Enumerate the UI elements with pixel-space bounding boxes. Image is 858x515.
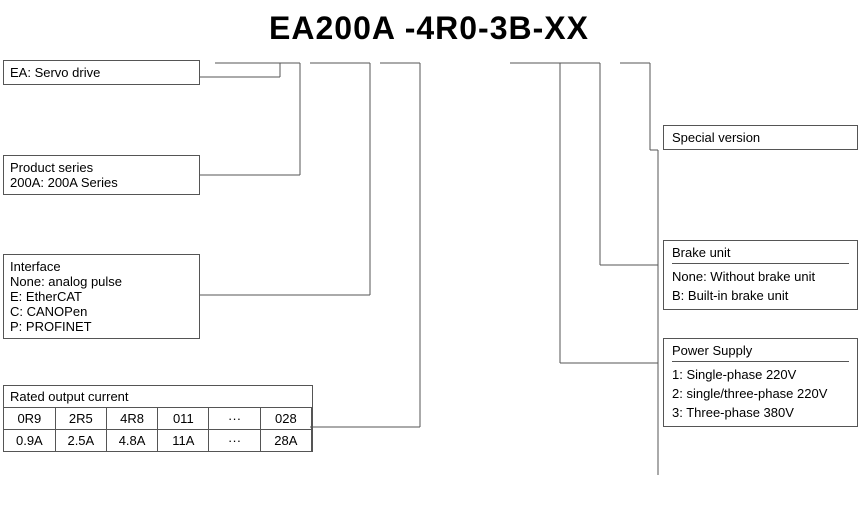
brake-item-none: None: Without brake unit [672, 267, 849, 286]
code-0R9: 0R9 [4, 408, 55, 430]
interface-box: Interface None: analog pulse E: EtherCAT… [3, 254, 200, 339]
val-28A: 28A [260, 430, 311, 452]
code-dots: ··· [209, 408, 260, 430]
brake-unit-box: Brake unit None: Without brake unit B: B… [663, 240, 858, 310]
rated-current-table: 0R9 2R5 4R8 011 ··· 028 0.9A 2.5A 4.8A 1… [4, 408, 312, 451]
interface-title: Interface [10, 259, 193, 274]
code-4R8: 4R8 [106, 408, 157, 430]
interface-item-1: E: EtherCAT [10, 289, 193, 304]
val-dots: ··· [209, 430, 260, 452]
rated-current-box: Rated output current 0R9 2R5 4R8 011 ···… [3, 385, 313, 452]
power-supply-title: Power Supply [672, 343, 849, 362]
val-2.5A: 2.5A [55, 430, 106, 452]
rated-codes-row: 0R9 2R5 4R8 011 ··· 028 [4, 408, 312, 430]
interface-item-3: P: PROFINET [10, 319, 193, 334]
special-version-box: Special version [663, 125, 858, 150]
power-item-1: 1: Single-phase 220V [672, 365, 849, 384]
val-4.8A: 4.8A [106, 430, 157, 452]
val-11A: 11A [158, 430, 209, 452]
code-028: 028 [260, 408, 311, 430]
code-2R5: 2R5 [55, 408, 106, 430]
servo-drive-box: EA: Servo drive [3, 60, 200, 85]
rated-current-title: Rated output current [4, 386, 312, 408]
special-version-label: Special version [672, 130, 849, 145]
code-011: 011 [158, 408, 209, 430]
rated-values-row: 0.9A 2.5A 4.8A 11A ··· 28A [4, 430, 312, 452]
product-series-desc: 200A: 200A Series [10, 175, 193, 190]
product-series-box: Product series 200A: 200A Series [3, 155, 200, 195]
interface-item-2: C: CANOPen [10, 304, 193, 319]
power-supply-box: Power Supply 1: Single-phase 220V 2: sin… [663, 338, 858, 427]
power-item-3: 3: Three-phase 380V [672, 403, 849, 422]
power-item-2: 2: single/three-phase 220V [672, 384, 849, 403]
product-series-title: Product series [10, 160, 193, 175]
servo-drive-label: EA: Servo drive [10, 65, 100, 80]
brake-unit-title: Brake unit [672, 245, 849, 264]
brake-item-b: B: Built-in brake unit [672, 286, 849, 305]
page-title: EA200A -4R0-3B-XX [0, 0, 858, 55]
val-0.9A: 0.9A [4, 430, 55, 452]
interface-item-0: None: analog pulse [10, 274, 193, 289]
